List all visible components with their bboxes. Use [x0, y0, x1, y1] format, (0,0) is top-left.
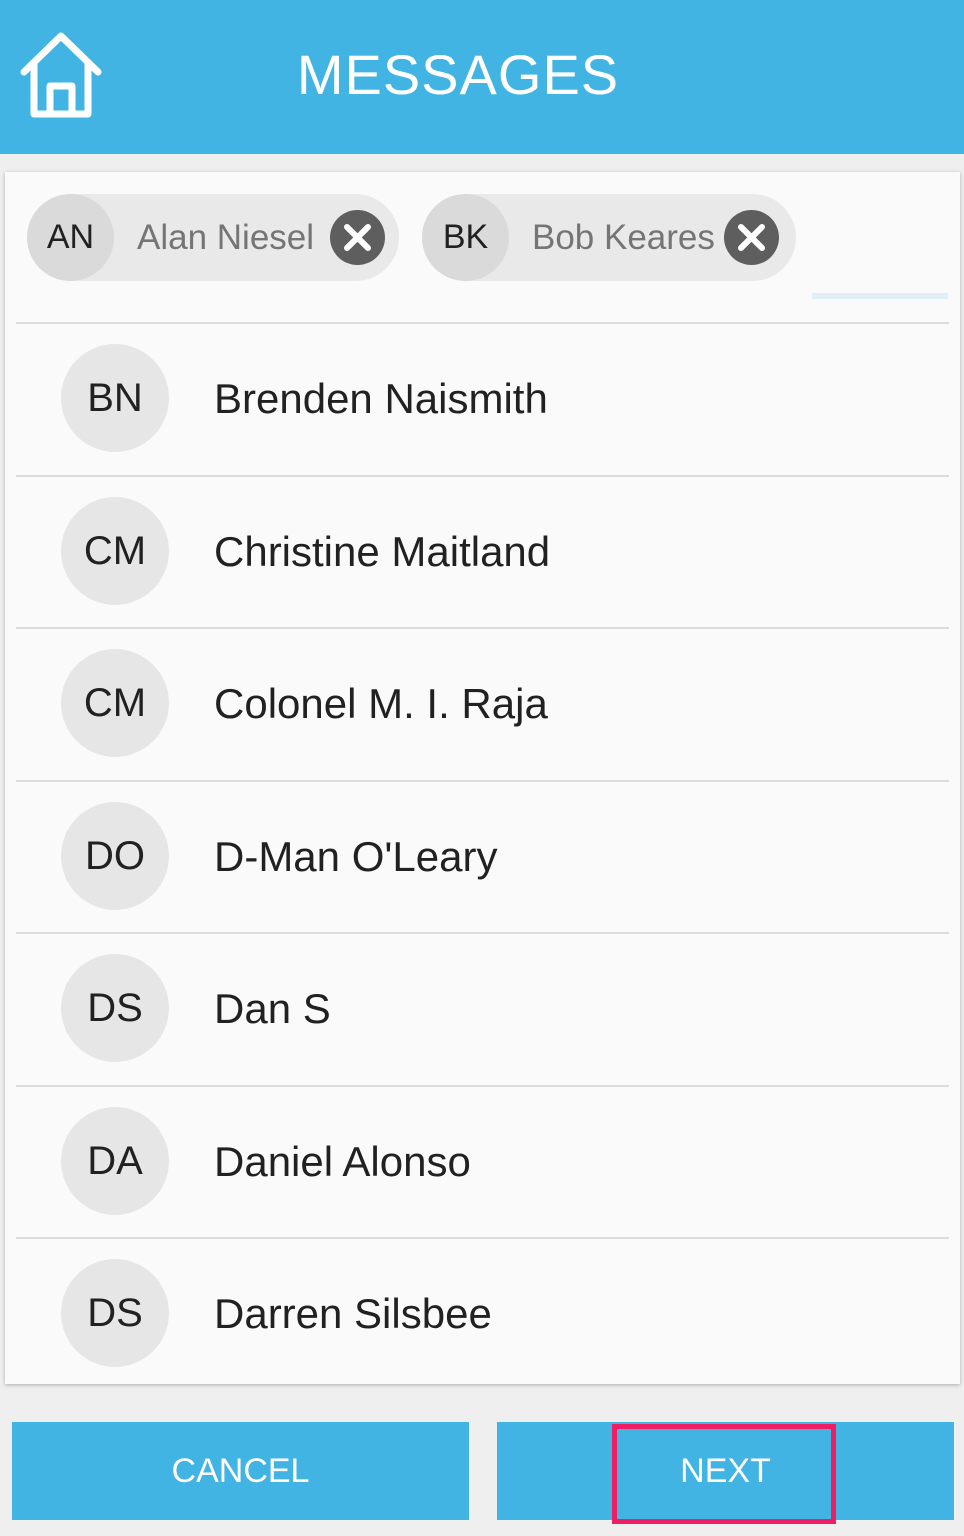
- page-title: MESSAGES: [296, 43, 620, 106]
- avatar: AN: [27, 194, 114, 281]
- next-button-label: NEXT: [680, 1452, 771, 1490]
- contact-list-item[interactable]: CM Christine Maitland: [16, 474, 949, 628]
- avatar: DS: [61, 954, 169, 1062]
- remove-recipient-button[interactable]: [330, 210, 385, 265]
- contact-list-item[interactable]: CM Colonel M. I. Raja: [16, 627, 949, 780]
- contact-name: Dan S: [214, 985, 331, 1032]
- contact-list-item[interactable]: DS Dan S: [16, 932, 949, 1085]
- contact-name: Daniel Alonso: [214, 1137, 471, 1185]
- recipient-search-input[interactable]: [812, 293, 948, 299]
- close-icon: [344, 224, 371, 251]
- avatar: BN: [61, 344, 169, 452]
- avatar: DS: [61, 1259, 169, 1367]
- avatar: CM: [61, 649, 169, 757]
- avatar: BK: [422, 194, 509, 281]
- contact-name: Colonel M. I. Raja: [214, 680, 548, 727]
- contact-name: Darren Silsbee: [214, 1290, 492, 1337]
- contact-name: Christine Maitland: [214, 527, 551, 575]
- avatar: DA: [61, 1106, 169, 1215]
- contact-list-item[interactable]: DA Daniel Alonso: [16, 1084, 949, 1238]
- close-icon: [738, 224, 765, 251]
- recipient-chip-label: Bob Keares: [532, 218, 715, 257]
- avatar: DO: [61, 801, 169, 910]
- contact-name: D-Man O'Leary: [214, 832, 498, 880]
- selected-recipients: AN Alan Niesel BK Bob Keares: [5, 172, 960, 322]
- next-button[interactable]: NEXT: [497, 1422, 954, 1520]
- recipient-chip-label: Alan Niesel: [137, 218, 315, 257]
- contact-list-item[interactable]: BN Brenden Naismith: [16, 322, 949, 475]
- contact-list: BN Brenden Naismith CM Christine Maitlan…: [16, 322, 949, 1384]
- contact-name: Brenden Naismith: [214, 375, 548, 422]
- recipient-chip: AN Alan Niesel: [27, 194, 399, 281]
- recipient-picker: AN Alan Niesel BK Bob Keares BN Brenden …: [5, 172, 960, 1384]
- avatar: CM: [61, 496, 169, 605]
- app-header: MESSAGES: [0, 0, 964, 154]
- cancel-button[interactable]: CANCEL: [12, 1422, 469, 1520]
- remove-recipient-button[interactable]: [724, 210, 779, 265]
- contact-list-item[interactable]: DO D-Man O'Leary: [16, 779, 949, 933]
- recipient-chip: BK Bob Keares: [422, 194, 796, 281]
- contact-list-item[interactable]: DS Darren Silsbee: [16, 1237, 949, 1384]
